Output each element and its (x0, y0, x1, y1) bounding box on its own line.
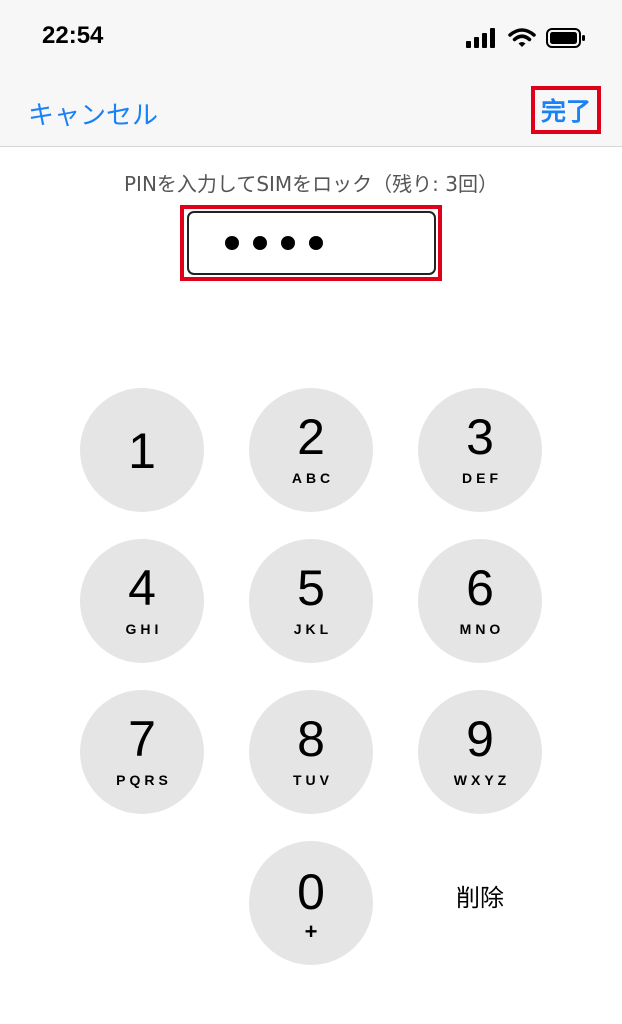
key-8[interactable]: 8 TUV (249, 690, 373, 814)
key-digit: 8 (297, 711, 325, 767)
key-letters: MNO (459, 621, 505, 637)
key-digit: 5 (297, 560, 325, 616)
key-letters: JKL (293, 621, 333, 637)
battery-icon (546, 28, 585, 48)
key-1[interactable]: 1 (80, 388, 204, 512)
key-letters: WXYZ (453, 772, 511, 788)
key-letters: DEF (462, 470, 502, 486)
key-4[interactable]: 4 GHI (80, 539, 204, 663)
pin-dot (225, 236, 239, 250)
key-digit: 1 (128, 423, 156, 479)
key-digit: 2 (297, 409, 325, 465)
key-2[interactable]: 2 ABC (249, 388, 373, 512)
key-letters: GHI (125, 621, 163, 637)
key-9[interactable]: 9 WXYZ (418, 690, 542, 814)
delete-button[interactable]: 削除 (418, 878, 542, 928)
key-digit: 0 (297, 864, 325, 920)
pin-dot (309, 236, 323, 250)
key-6[interactable]: 6 MNO (418, 539, 542, 663)
key-letters: PQRS (116, 772, 172, 788)
key-letters: TUV (293, 772, 333, 788)
clock: 22:54 (42, 22, 104, 49)
key-digit: 4 (128, 560, 156, 616)
navigation-bar: キャンセル 完了 (0, 80, 622, 147)
pin-prompt: PINを入力してSIMをロック（残り: 3回） (124, 172, 498, 196)
key-digit: 7 (128, 711, 156, 767)
key-7[interactable]: 7 PQRS (80, 690, 204, 814)
key-5[interactable]: 5 JKL (249, 539, 373, 663)
key-3[interactable]: 3 DEF (418, 388, 542, 512)
signal-icon (466, 28, 495, 48)
status-icons (466, 26, 586, 50)
wifi-icon (508, 28, 536, 47)
pin-dot (281, 236, 295, 250)
key-letters: + (304, 919, 318, 944)
key-digit: 9 (466, 711, 494, 767)
key-0[interactable]: 0 + (249, 841, 373, 965)
key-digit: 3 (466, 409, 494, 465)
done-button[interactable]: 完了 (531, 86, 601, 134)
key-digit: 6 (466, 560, 494, 616)
pin-input[interactable] (187, 211, 436, 275)
pin-dot (253, 236, 267, 250)
cancel-button[interactable]: キャンセル (28, 95, 158, 132)
key-letters: ABC (291, 470, 335, 486)
status-bar: 22:54 (0, 0, 622, 80)
